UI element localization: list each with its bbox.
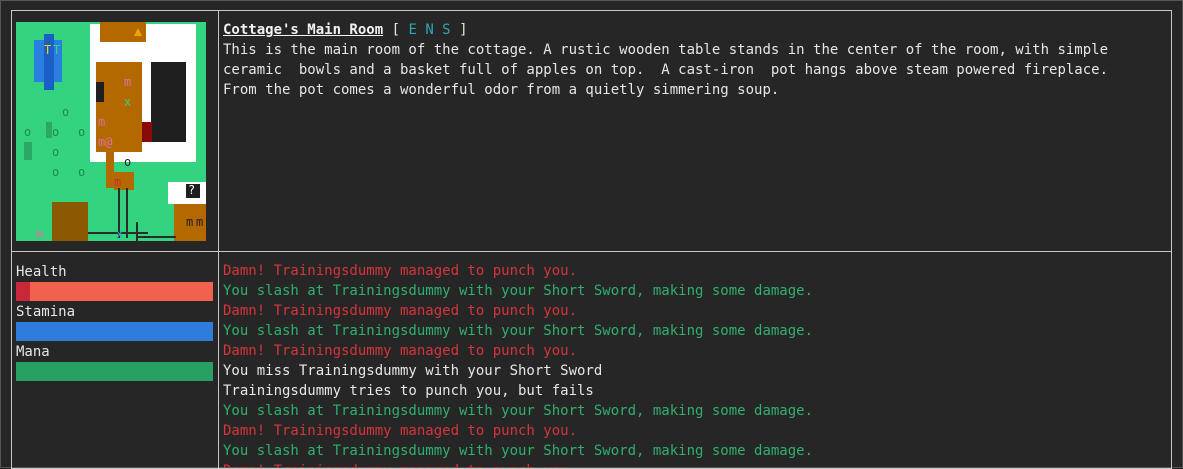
room-title: Cottage's Main Room: [223, 22, 384, 38]
map-glyph-door: 0: [188, 95, 196, 109]
exits-bracket-open: [: [391, 22, 401, 38]
game-window: T T m x 0 m m@ o ? m m x m o o o o o o o: [0, 0, 1183, 469]
room-exits[interactable]: E N S: [408, 22, 450, 38]
exits-bracket-close: ]: [459, 22, 468, 38]
minimap[interactable]: T T m x 0 m m@ o ? m m x m o o o o o o o: [16, 22, 206, 241]
map-glyph-o: o: [24, 125, 32, 139]
map-glyph-o: o: [78, 125, 86, 139]
log-line: Trainingsdummy tries to punch you, but f…: [223, 383, 594, 399]
map-bush: [24, 142, 32, 160]
log-line: You slash at Trainingsdummy with your Sh…: [223, 443, 814, 459]
log-line: Damn! Trainingsdummy managed to punch yo…: [223, 343, 578, 359]
map-glyph-o: o: [52, 145, 60, 159]
map-glyph-question: ?: [188, 183, 196, 197]
map-fireplace: [142, 122, 152, 142]
map-road: [126, 188, 128, 238]
log-line: Damn! Trainingsdummy managed to punch yo…: [223, 423, 578, 439]
map-glyph-m: m: [196, 215, 204, 229]
map-glyph-x: x: [124, 95, 132, 109]
health-bar-fill: [16, 282, 30, 301]
log-line: You slash at Trainingsdummy with your Sh…: [223, 403, 814, 419]
stamina-bar-fill: [16, 322, 213, 341]
map-glyph-o: o: [52, 165, 60, 179]
map-road: [136, 222, 138, 241]
log-line: Damn! Trainingsdummy managed to punch yo…: [223, 303, 578, 319]
stamina-stat: Stamina: [16, 302, 218, 341]
map-glyph-m: m: [114, 175, 122, 189]
map-glyph-m: m: [124, 75, 132, 89]
map-glyph-m: m: [98, 115, 106, 129]
combat-log[interactable]: Damn! Trainingsdummy managed to punch yo…: [219, 252, 1171, 468]
health-bar: [16, 282, 213, 301]
map-glyph-o: o: [62, 105, 70, 119]
mana-bar: [16, 362, 213, 381]
minimap-panel: T T m x 0 m m@ o ? m m x m o o o o o o o: [12, 11, 219, 252]
stats-panel: Health Stamina Mana: [12, 252, 219, 468]
mana-label: Mana: [16, 344, 50, 360]
map-path: [106, 152, 114, 188]
log-line: You miss Trainingsdummy with your Short …: [223, 363, 603, 379]
map-dark-room: [151, 62, 186, 142]
map-glyph-m: m: [36, 227, 44, 241]
log-line: Damn! Trainingsdummy managed to punch yo…: [223, 263, 578, 279]
map-glyph-player: m@: [98, 135, 113, 149]
map-glyph-tree: T: [53, 43, 61, 57]
map-glyph-x: x: [116, 227, 124, 241]
map-glyph-tree: T: [44, 43, 52, 57]
mana-stat: Mana: [16, 342, 218, 381]
log-line: Damn! Trainingsdummy managed to punch yo…: [223, 461, 1167, 468]
room-description-text: This is the main room of the cottage. A …: [223, 42, 1109, 98]
map-glyph-m: m: [186, 215, 194, 229]
log-line: You slash at Trainingsdummy with your Sh…: [223, 323, 814, 339]
game-grid: T T m x 0 m m@ o ? m m x m o o o o o o o: [11, 10, 1172, 469]
map-glyph-o: o: [52, 125, 60, 139]
stamina-bar: [16, 322, 213, 341]
map-road: [136, 236, 176, 238]
map-glyph-o: o: [124, 155, 132, 169]
map-building: [52, 202, 88, 241]
health-label: Health: [16, 264, 67, 280]
room-description-panel: Cottage's Main Room [ E N S ] This is th…: [219, 11, 1171, 252]
mana-bar-fill: [16, 362, 213, 381]
stamina-label: Stamina: [16, 304, 76, 320]
room-header: Cottage's Main Room [ E N S ]: [223, 20, 1167, 40]
map-wall-dark: [96, 82, 104, 102]
health-stat: Health: [16, 262, 218, 301]
log-line: You slash at Trainingsdummy with your Sh…: [223, 283, 814, 299]
map-glyph-o: o: [78, 165, 86, 179]
map-triangle-icon: [134, 28, 142, 36]
